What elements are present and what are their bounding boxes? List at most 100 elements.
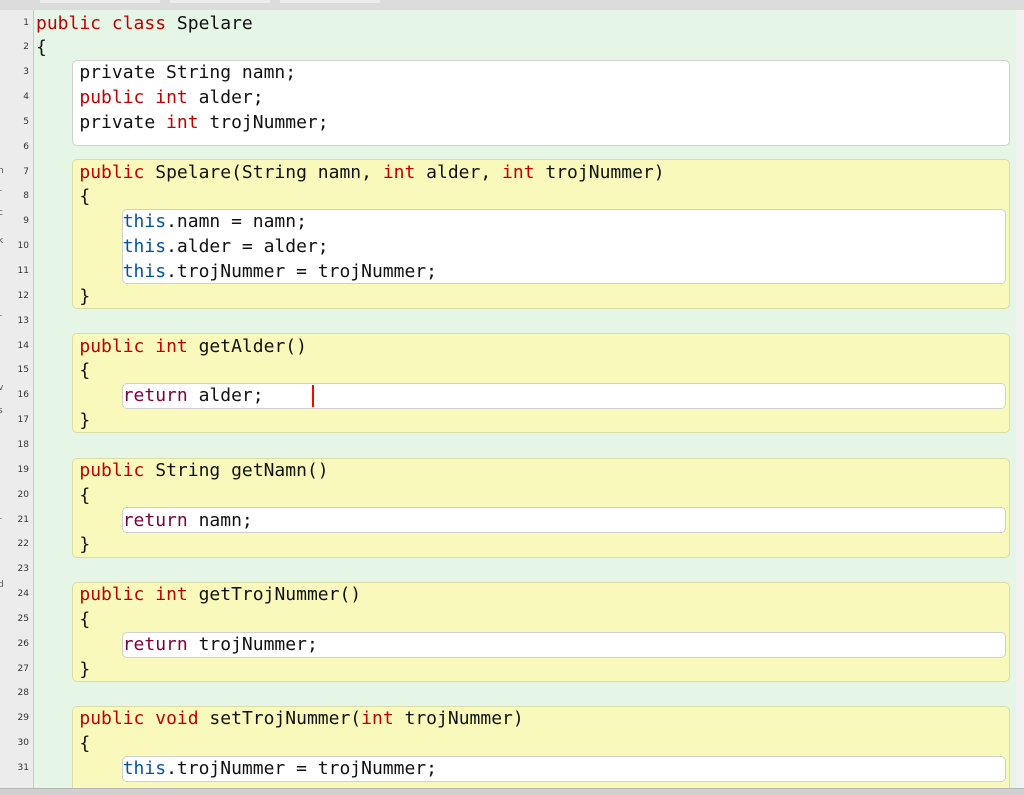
line-number: 30 (17, 738, 29, 749)
code-keyword: public (79, 161, 145, 183)
code-line[interactable]: public Spelare(String namn, int alder, i… (36, 160, 664, 185)
line-number: 14 (17, 340, 29, 351)
code-token: { (36, 608, 91, 630)
editor-tab-strip (0, 0, 1024, 10)
code-line[interactable]: } (36, 657, 90, 682)
line-number: 15 (17, 365, 29, 376)
line-number: 1 (23, 17, 29, 28)
line-number: 11 (17, 266, 29, 276)
code-token: Spelare (166, 12, 253, 34)
editor-tab[interactable] (280, 0, 380, 3)
editor-tab[interactable] (170, 0, 270, 3)
line-number: 17 (17, 415, 29, 426)
line-number: 23 (17, 564, 29, 575)
code-keyword: this (122, 236, 167, 258)
code-editor[interactable]: public class Spelare{ private String nam… (34, 10, 1016, 788)
code-line[interactable]: this.alder = alder; (36, 234, 329, 259)
code-line[interactable]: { (36, 607, 90, 632)
line-number: 6 (23, 141, 29, 152)
code-token: } (36, 285, 91, 307)
code-line[interactable]: return alder; (36, 383, 264, 408)
code-line[interactable]: { (36, 483, 90, 508)
code-token: { (36, 37, 47, 59)
code-keyword: int (155, 87, 188, 109)
code-token: trojNummer; (187, 633, 318, 655)
code-keyword: return (122, 633, 188, 655)
side-panel-glyph: r (0, 188, 2, 198)
line-number: 9 (23, 216, 29, 227)
code-token: trojNummer; (198, 111, 329, 133)
code-line[interactable]: } (36, 284, 90, 309)
editor-tab[interactable] (40, 0, 160, 3)
side-panel-glyph: r (0, 313, 2, 323)
line-number: 24 (17, 589, 29, 600)
line-number: 25 (17, 613, 29, 624)
code-line[interactable]: public int alder; (36, 85, 264, 110)
code-token: alder; (187, 87, 264, 109)
code-line[interactable]: } (36, 532, 90, 557)
code-line[interactable]: { (36, 184, 90, 209)
code-line[interactable]: public int getAlder() (36, 334, 307, 359)
side-panel-glyph: s (0, 406, 3, 416)
code-token: alder; (187, 385, 264, 407)
line-number: 22 (17, 539, 29, 550)
code-line[interactable]: private String namn; (36, 60, 296, 85)
code-keyword: void (155, 708, 199, 730)
code-keyword: public (79, 87, 145, 109)
code-token: Spelare(String namn, (144, 161, 383, 183)
code-line[interactable]: } (36, 408, 90, 433)
code-line[interactable]: public int getTrojNummer() (36, 582, 361, 607)
code-token: namn; (187, 509, 253, 531)
line-number: 8 (23, 191, 29, 202)
code-token: private String namn; (36, 62, 297, 84)
line-number: 7 (23, 166, 29, 177)
side-panel-glyph: c (0, 208, 3, 218)
code-keyword: return (122, 385, 188, 407)
code-keyword: public (79, 584, 145, 606)
code-line[interactable]: { (36, 731, 90, 756)
code-line[interactable]: this.namn = namn; (36, 209, 307, 234)
code-line[interactable]: return trojNummer; (36, 632, 318, 657)
code-keyword: int (361, 708, 394, 730)
code-line[interactable]: this.trojNummer = trojNummer; (36, 259, 437, 284)
code-token: .trojNummer = trojNummer; (166, 758, 437, 779)
line-number: 27 (17, 663, 29, 674)
line-number: 28 (17, 688, 29, 699)
code-line[interactable]: public void setTrojNummer(int trojNummer… (36, 706, 523, 731)
side-panel-glyph: I (0, 358, 1, 368)
code-line[interactable]: { (36, 358, 90, 383)
code-line[interactable]: public class Spelare (36, 11, 253, 36)
line-number: 16 (17, 390, 29, 401)
line-number: 12 (17, 290, 29, 301)
code-keyword: class (111, 12, 167, 34)
code-keyword: int (502, 161, 535, 183)
code-token: getAlder() (187, 335, 307, 357)
code-token: { (36, 186, 91, 208)
code-keyword: int (166, 111, 199, 133)
code-token: setTrojNummer( (198, 708, 362, 730)
code-line[interactable]: private int trojNummer; (36, 110, 329, 135)
code-keyword: int (155, 335, 188, 357)
code-keyword: this (122, 261, 167, 282)
code-keyword: public (79, 708, 145, 730)
code-line[interactable]: return namn; (36, 508, 253, 533)
code-keyword: public (79, 335, 145, 357)
code-keyword: int (382, 161, 416, 183)
code-line[interactable]: { (36, 35, 47, 60)
line-number: 2 (23, 42, 29, 53)
code-line[interactable]: this.trojNummer = trojNummer; (36, 756, 437, 781)
code-line[interactable]: public String getNamn() (36, 458, 328, 483)
code-keyword: public (79, 459, 145, 481)
line-number: 20 (17, 489, 29, 500)
scrollbar-track[interactable] (1016, 10, 1024, 788)
code-token: { (36, 484, 91, 506)
code-token: alder, (415, 161, 503, 183)
